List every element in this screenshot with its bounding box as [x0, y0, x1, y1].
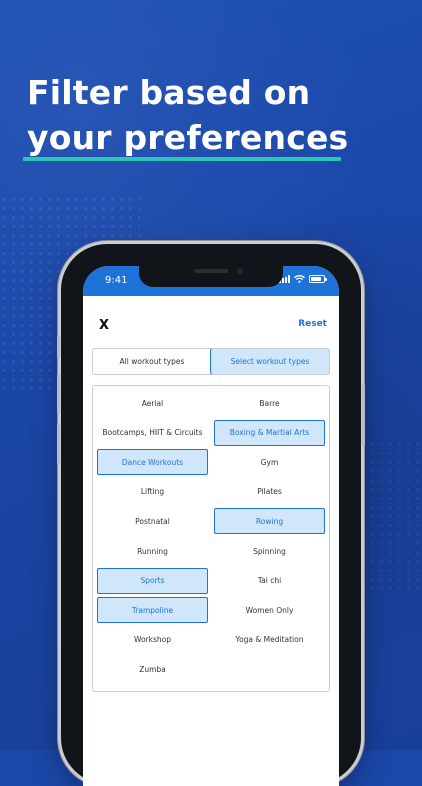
- headline-underline: [23, 157, 341, 161]
- workout-type-tai-chi[interactable]: Tai chi: [214, 568, 325, 594]
- headline-line-2: your preferences: [27, 118, 349, 157]
- segment-all-workout-types[interactable]: All workout types: [93, 349, 211, 374]
- notch-camera: [237, 268, 243, 274]
- phone-power-button: [362, 384, 365, 446]
- workout-type-boxing-martial-arts[interactable]: Boxing & Martial Arts: [214, 419, 325, 446]
- workout-type-barre[interactable]: Barre: [214, 390, 325, 416]
- workout-type-trampoline[interactable]: Trampoline: [97, 597, 208, 624]
- workout-type-aerial[interactable]: Aerial: [97, 390, 208, 416]
- workout-type-sports[interactable]: Sports: [97, 567, 208, 594]
- segment-select-workout-types[interactable]: Select workout types: [210, 349, 329, 374]
- workout-type-zumba[interactable]: Zumba: [97, 656, 208, 682]
- reset-button[interactable]: Reset: [298, 319, 327, 329]
- workout-type-bootcamps-hiit-circuits[interactable]: Bootcamps, HIIT & Circuits: [97, 420, 208, 446]
- headline-line-1: Filter based on: [27, 73, 311, 112]
- battery-fill: [311, 277, 321, 281]
- notch-speaker: [194, 269, 228, 273]
- workout-type-postnatal[interactable]: Postnatal: [97, 508, 208, 534]
- phone-screen: 9:41 X Reset All workout types Select wo…: [83, 266, 339, 786]
- battery-icon: [309, 275, 327, 283]
- workout-type-segmented-control: All workout types Select workout types: [92, 348, 330, 375]
- workout-types-panel: Aerial Barre Bootcamps, HIIT & Circuits Box…: [92, 385, 330, 692]
- phone-frame: 9:41 X Reset All workout types Select wo…: [57, 244, 365, 786]
- close-button[interactable]: X: [99, 318, 109, 333]
- workout-type-rowing[interactable]: Rowing: [214, 508, 325, 535]
- workout-type-workshop[interactable]: Workshop: [97, 627, 208, 653]
- workout-type-spinning[interactable]: Spinning: [214, 538, 325, 564]
- headline: Filter based on your preferences: [27, 70, 348, 160]
- workout-type-dance-workouts[interactable]: Dance Workouts: [97, 449, 208, 476]
- workout-type-women-only[interactable]: Women Only: [214, 597, 325, 623]
- status-time: 9:41: [105, 275, 128, 286]
- phone-notch: [139, 266, 283, 287]
- workout-type-lifting[interactable]: Lifting: [97, 479, 208, 505]
- workout-type-pilates[interactable]: Pilates: [214, 479, 325, 505]
- wifi-icon: [294, 275, 305, 283]
- workout-type-yoga-meditation[interactable]: Yoga & Meditation: [214, 627, 325, 653]
- workout-type-gym[interactable]: Gym: [214, 449, 325, 475]
- phone-mute-switch: [57, 336, 60, 358]
- status-icons: [279, 275, 327, 283]
- phone-volume-down: [57, 424, 60, 464]
- workout-type-running[interactable]: Running: [97, 538, 208, 564]
- phone-volume-up: [57, 374, 60, 414]
